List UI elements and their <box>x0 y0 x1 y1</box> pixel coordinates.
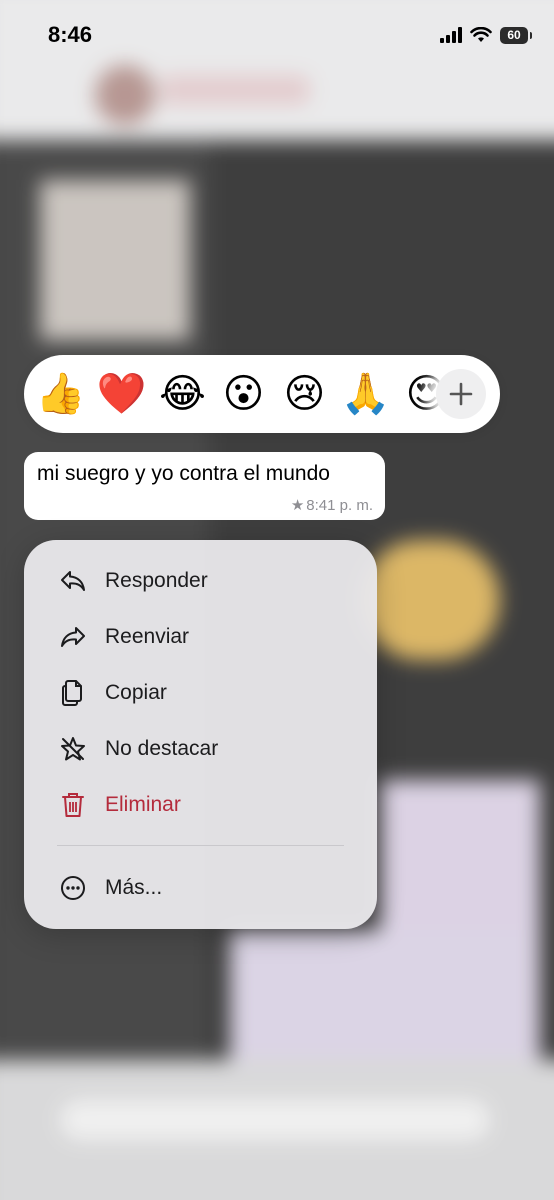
reaction-surprised[interactable]: 😮 <box>213 374 274 414</box>
more-icon <box>59 874 87 902</box>
trash-icon <box>59 791 87 819</box>
menu-item-delete[interactable]: Eliminar <box>24 777 377 833</box>
menu-divider <box>57 845 344 846</box>
wifi-icon <box>470 27 492 42</box>
message-text: mi suegro y yo contra el mundo <box>37 462 330 485</box>
reaction-pray[interactable]: 🙏 <box>335 374 396 414</box>
menu-item-copy[interactable]: Copiar <box>24 665 377 721</box>
message-time: 8:41 p. m. <box>306 496 373 514</box>
context-menu: Responder Reenviar Copiar No destacar El… <box>24 540 377 929</box>
star-icon: ★ <box>290 497 305 514</box>
unstar-icon <box>59 735 87 763</box>
plus-icon <box>449 382 473 406</box>
menu-label-unstar: No destacar <box>105 737 219 760</box>
battery-icon: 60 <box>500 26 532 44</box>
menu-label-copy: Copiar <box>105 681 167 704</box>
forward-icon <box>59 623 87 651</box>
message-meta: ★ 8:41 p. m. <box>290 496 373 515</box>
menu-label-reply: Responder <box>105 569 208 592</box>
screen: 8:46 60 👍 ❤️ 😂 😮 😢 🙏 😍 mi suegro y yo co… <box>0 0 554 1200</box>
message-bubble[interactable]: mi suegro y yo contra el mundo ★ 8:41 p.… <box>24 452 385 520</box>
signal-icon <box>440 27 462 43</box>
menu-label-delete: Eliminar <box>105 793 181 816</box>
copy-icon <box>59 679 87 707</box>
menu-item-unstar[interactable]: No destacar <box>24 721 377 777</box>
reply-icon <box>59 567 87 595</box>
reaction-thumbs-up[interactable]: 👍 <box>30 374 91 414</box>
status-time: 8:46 <box>48 22 93 47</box>
menu-item-reply[interactable]: Responder <box>24 553 377 609</box>
menu-item-more[interactable]: Más... <box>24 860 377 916</box>
reaction-laugh[interactable]: 😂 <box>152 374 213 414</box>
battery-level: 60 <box>507 28 521 42</box>
reaction-heart[interactable]: ❤️ <box>91 374 152 414</box>
status-indicators: 60 <box>440 22 532 48</box>
reaction-sad[interactable]: 😢 <box>274 374 335 414</box>
reaction-picker: 👍 ❤️ 😂 😮 😢 🙏 😍 <box>24 355 500 433</box>
menu-label-more: Más... <box>105 876 163 899</box>
menu-item-forward[interactable]: Reenviar <box>24 609 377 665</box>
more-reactions-button[interactable] <box>436 369 486 419</box>
menu-label-forward: Reenviar <box>105 625 190 648</box>
